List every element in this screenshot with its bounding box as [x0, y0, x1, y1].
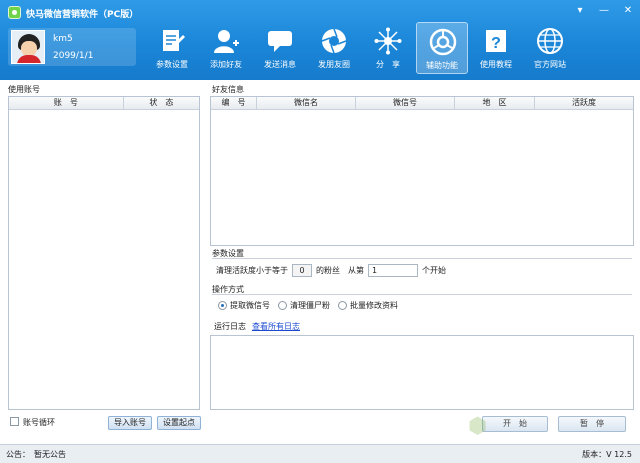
radio-label: 清理僵尸粉: [290, 300, 330, 310]
activity-threshold-input[interactable]: 0: [292, 263, 312, 277]
params-row: 清理活跃度小于等于 0 的粉丝 从第 1 个开始: [216, 262, 446, 278]
accounts-title: 使用账号: [8, 85, 40, 94]
support-headset-icon: [429, 28, 457, 56]
account-loop-checkbox[interactable]: [10, 417, 19, 426]
params-text-suffix: 个开始: [422, 265, 446, 275]
radio-dot: [218, 300, 227, 310]
toolbar-label: 使用教程: [480, 60, 512, 69]
friends-table[interactable]: 编 号 微信名 微信号 地 区 活跃度: [210, 96, 634, 246]
column-header-activity[interactable]: 活跃度: [535, 97, 633, 109]
accounts-table-header: 账 号 状 态: [9, 97, 199, 110]
start-index-input[interactable]: 1: [368, 263, 418, 277]
radio-clean-zombie-fans[interactable]: 清理僵尸粉: [278, 300, 330, 311]
start-button[interactable]: 开 始: [482, 416, 548, 432]
operation-options: 提取微信号 清理僵尸粉 批量修改资料: [218, 298, 406, 312]
svg-text:?: ?: [491, 35, 501, 52]
toolbar-params-button[interactable]: 参数设置: [146, 22, 198, 74]
app-logo-icon: [8, 6, 21, 19]
toolbar-label: 添加好友: [210, 60, 242, 69]
radio-dot: [338, 300, 347, 310]
chat-bubble-icon: [268, 31, 292, 52]
toolbar-label: 分 享: [376, 60, 400, 69]
camera-shutter-icon: [321, 28, 347, 54]
toolbar-send-message-button[interactable]: 发送消息: [254, 22, 306, 74]
radio-extract-wechat-id[interactable]: 提取微信号: [218, 300, 270, 311]
radio-dot: [278, 300, 287, 310]
radio-batch-edit-profile[interactable]: 批量修改资料: [338, 300, 398, 311]
window-controls: ▾ — ✕: [574, 4, 634, 18]
document-edit-icon: [163, 30, 185, 51]
toolbar-tutorial-button[interactable]: ? 使用教程: [470, 22, 522, 74]
toolbar-label: 参数设置: [156, 60, 188, 69]
log-title: 运行日志: [214, 321, 246, 331]
pause-button[interactable]: 暂 停: [558, 416, 626, 432]
watermark-icon: ⬢: [468, 414, 488, 439]
app-title: 快马微信营销软件（PC版）: [26, 10, 139, 20]
close-button[interactable]: ✕: [622, 4, 634, 18]
version-text: 版本：V 12.5: [582, 450, 632, 459]
add-user-icon: [214, 30, 239, 53]
title-bar: 快马微信营销软件（PC版） ▾ — ✕: [0, 0, 640, 24]
globe-icon: [537, 28, 563, 54]
column-header-account[interactable]: 账 号: [9, 97, 124, 109]
params-divider: [212, 258, 632, 259]
radio-label: 提取微信号: [230, 300, 270, 310]
share-network-icon: [374, 27, 402, 55]
username: km5: [53, 34, 73, 44]
toolbar-label: 官方网站: [534, 60, 566, 69]
minimize-button[interactable]: —: [598, 4, 610, 18]
import-accounts-button[interactable]: 导入账号: [108, 416, 152, 430]
accounts-panel: 使用账号 账 号 状 态: [6, 82, 202, 410]
log-output-area[interactable]: [210, 335, 634, 410]
account-loop-label: 账号循环: [23, 418, 55, 427]
toolbar-moments-button[interactable]: 发朋友圈: [308, 22, 360, 74]
column-header-region[interactable]: 地 区: [455, 97, 535, 109]
header-bar: 快马微信营销软件（PC版） ▾ — ✕ km5 2099/1/1 参数设置 添加…: [0, 0, 640, 80]
toolbar-label: 发朋友圈: [318, 60, 350, 69]
friends-table-header: 编 号 微信名 微信号 地 区 活跃度: [211, 97, 633, 110]
friends-panel: 好友信息 编 号 微信名 微信号 地 区 活跃度 参数设置 清理活跃度小于等于 …: [208, 82, 634, 410]
expiry-date: 2099/1/1: [53, 51, 94, 61]
params-text-middle: 的粉丝 从第: [316, 265, 364, 275]
menu-dropdown-icon[interactable]: ▾: [574, 4, 586, 18]
column-header-status[interactable]: 状 态: [124, 97, 199, 109]
column-header-number[interactable]: 编 号: [211, 97, 257, 109]
avatar: [11, 30, 45, 64]
toolbar-add-friend-button[interactable]: 添加好友: [200, 22, 252, 74]
view-all-logs-link[interactable]: 查看所有日志: [252, 321, 300, 332]
toolbar-label: 发送消息: [264, 60, 296, 69]
column-header-wechat-id[interactable]: 微信号: [356, 97, 455, 109]
accounts-table[interactable]: 账 号 状 态: [8, 96, 200, 410]
operation-divider: [212, 294, 632, 295]
params-text-prefix: 清理活跃度小于等于: [216, 265, 288, 275]
status-bar: 公告： 暂无公告 版本：V 12.5: [0, 444, 640, 463]
toolbar-label: 辅助功能: [426, 61, 458, 70]
toolbar-assist-button[interactable]: 辅助功能: [416, 22, 468, 74]
toolbar-share-button[interactable]: 分 享: [362, 22, 414, 74]
notice-text: 公告： 暂无公告: [6, 450, 66, 459]
toolbar-website-button[interactable]: 官方网站: [524, 22, 576, 74]
set-start-button[interactable]: 设置起点: [157, 416, 201, 430]
friends-title: 好友信息: [212, 85, 244, 94]
radio-label: 批量修改资料: [350, 300, 398, 310]
help-book-icon: ?: [486, 30, 506, 52]
user-profile[interactable]: km5 2099/1/1: [8, 28, 136, 66]
log-header: 运行日志 查看所有日志: [214, 320, 300, 332]
column-header-wechat-name[interactable]: 微信名: [257, 97, 356, 109]
